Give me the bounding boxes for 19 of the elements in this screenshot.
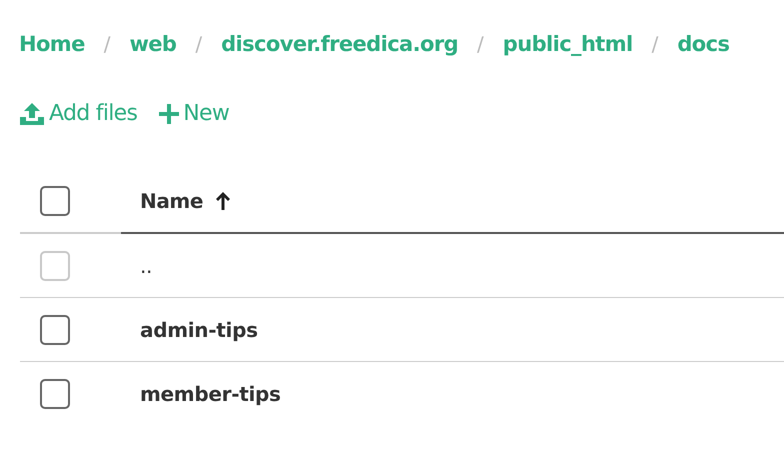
breadcrumb-link[interactable]: discover.freedica.org — [221, 32, 458, 56]
breadcrumb-separator: / — [104, 32, 110, 56]
row-checkbox[interactable] — [40, 314, 70, 344]
upload-icon — [19, 102, 45, 126]
breadcrumb-link[interactable]: web — [129, 32, 176, 56]
breadcrumb-link[interactable]: public_html — [502, 32, 633, 56]
select-all-checkbox[interactable] — [40, 186, 70, 216]
new-button[interactable]: New — [159, 101, 230, 126]
row-checkbox[interactable] — [40, 378, 70, 408]
breadcrumb-link[interactable]: Home — [19, 32, 85, 56]
add-files-button[interactable]: Add files — [19, 101, 138, 126]
breadcrumb-link[interactable]: docs — [677, 32, 730, 56]
folder-name[interactable]: member-tips — [140, 382, 281, 406]
breadcrumb-separator: / — [477, 32, 484, 56]
breadcrumb-separator: / — [652, 32, 658, 56]
name-column-header[interactable]: Name — [140, 189, 232, 213]
plus-icon — [159, 104, 180, 124]
folder-name[interactable]: admin-tips — [140, 318, 258, 342]
breadcrumb-separator: / — [195, 32, 202, 56]
